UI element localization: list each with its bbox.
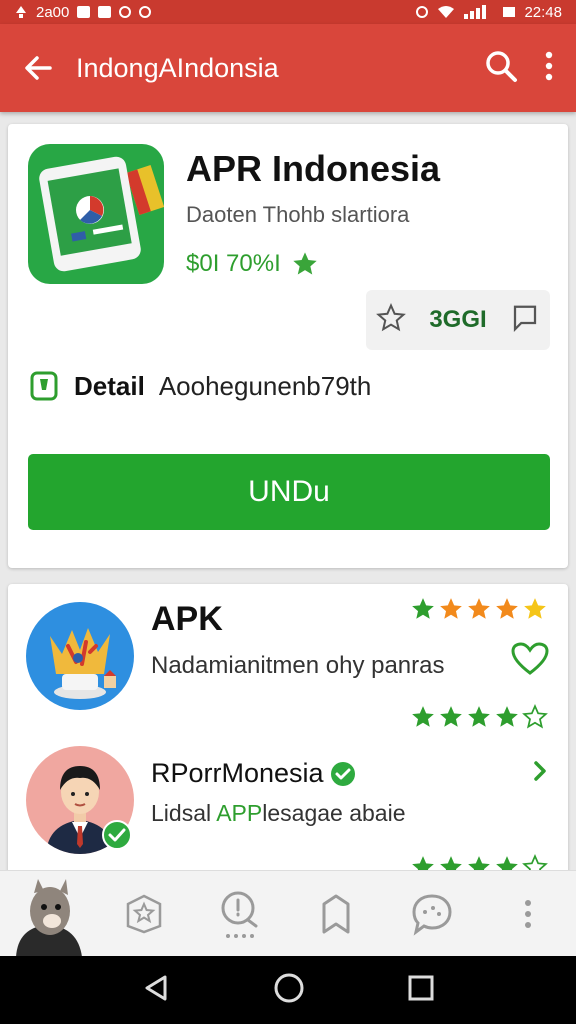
triangle-back-icon bbox=[145, 975, 167, 1000]
nav-search[interactable] bbox=[192, 871, 288, 957]
rate-button[interactable] bbox=[376, 302, 406, 338]
open-item-button[interactable] bbox=[532, 760, 548, 787]
search-icon bbox=[486, 50, 517, 82]
bookmark-icon bbox=[322, 894, 350, 933]
crown-trophy-icon bbox=[50, 628, 116, 699]
back-arrow-icon bbox=[25, 56, 52, 80]
search-chat-icon bbox=[221, 891, 258, 938]
app-detail-card: APR Indonesia Daoten Thohb slartiora $0I… bbox=[8, 124, 568, 568]
subtitle-suffix: lesagae abaie bbox=[262, 800, 406, 826]
heart-icon bbox=[511, 642, 549, 675]
star-outline-icon bbox=[522, 704, 548, 729]
bottom-nav bbox=[0, 870, 576, 957]
star-icon bbox=[440, 598, 462, 619]
item-rating-bottom bbox=[410, 704, 548, 730]
message-icon bbox=[412, 893, 452, 936]
nav-messages[interactable] bbox=[384, 871, 480, 957]
app-logo-graphic bbox=[39, 156, 164, 272]
alert-icon bbox=[139, 6, 152, 18]
rating-box: 3GGI bbox=[366, 290, 550, 350]
system-back-button[interactable] bbox=[141, 973, 171, 1008]
detail-label: Detail bbox=[74, 370, 145, 401]
circle-home-icon bbox=[274, 973, 304, 1002]
app-bar: IndongAIndonsia bbox=[0, 24, 576, 112]
status-bar: 2a00 22:48 bbox=[0, 0, 576, 24]
app-name: APR Indonesia bbox=[186, 148, 441, 189]
system-recents-button[interactable] bbox=[407, 974, 435, 1007]
app-icon bbox=[28, 144, 164, 284]
status-time: 22:48 bbox=[524, 3, 562, 21]
item-title: RPorrMonesia bbox=[151, 758, 324, 788]
shield-icon bbox=[30, 371, 58, 401]
detail-row[interactable]: Detail Aoohegunenb79th bbox=[28, 370, 371, 402]
verified-check-icon bbox=[330, 761, 355, 786]
item-subtitle: Lidsal APPlesagae abaie bbox=[151, 800, 405, 827]
overflow-menu-button[interactable] bbox=[544, 51, 554, 86]
nav-profile[interactable] bbox=[0, 871, 96, 957]
star-icon bbox=[496, 706, 518, 727]
more-vert-icon bbox=[525, 899, 531, 928]
star-icon bbox=[412, 706, 434, 727]
star-badge-icon bbox=[126, 894, 162, 933]
item-subtitle: Nadamianitmen ohy panras bbox=[151, 652, 445, 679]
install-button[interactable]: UNDu bbox=[28, 454, 550, 530]
subtitle-prefix: Lidsal bbox=[151, 800, 217, 826]
app-notification-icon bbox=[98, 6, 112, 18]
star-icon bbox=[468, 706, 490, 727]
sync-icon bbox=[119, 6, 132, 18]
notification-icon bbox=[16, 6, 26, 18]
star-icon bbox=[468, 598, 490, 619]
system-home-button[interactable] bbox=[273, 972, 305, 1009]
square-recents-icon bbox=[408, 975, 434, 1000]
system-nav-bar bbox=[0, 956, 576, 1024]
battery-icon bbox=[503, 7, 516, 17]
status-left-text: 2a00 bbox=[36, 3, 70, 21]
favorite-button[interactable] bbox=[510, 642, 550, 681]
item-rating-top bbox=[410, 596, 548, 622]
nav-bookmarks[interactable] bbox=[288, 871, 384, 957]
star-icon bbox=[524, 598, 546, 619]
item-title: APK bbox=[151, 600, 223, 638]
developer-name[interactable]: Daoten Thohb slartiora bbox=[186, 202, 409, 228]
price-row: $0I 70%I bbox=[186, 250, 319, 278]
more-vert-icon bbox=[545, 51, 553, 80]
back-button[interactable] bbox=[0, 53, 76, 83]
star-icon bbox=[412, 598, 434, 619]
subtitle-accent: APP bbox=[216, 800, 263, 826]
verified-badge-icon bbox=[102, 820, 132, 850]
comment-icon bbox=[513, 305, 537, 332]
app-list-card: APK Nadamianitmen ohy panras RPorrMonesi… bbox=[8, 584, 568, 884]
status-right: 22:48 bbox=[416, 4, 562, 21]
profile-avatar bbox=[16, 878, 82, 957]
app-notification-icon bbox=[77, 6, 91, 18]
star-icon bbox=[496, 598, 518, 619]
star-outline-icon bbox=[376, 302, 406, 331]
app-bar-title: IndongAIndonsia bbox=[76, 52, 279, 83]
chevron-right-icon bbox=[534, 761, 546, 781]
detail-value: Aoohegunenb79th bbox=[158, 370, 372, 401]
app-price: $0I 70%I bbox=[186, 250, 281, 277]
alarm-icon bbox=[416, 6, 429, 18]
item-avatar bbox=[26, 602, 134, 710]
comment-button[interactable] bbox=[510, 303, 540, 338]
nav-more[interactable] bbox=[480, 871, 576, 957]
search-button[interactable] bbox=[484, 49, 518, 88]
signal-icon bbox=[464, 5, 487, 19]
star-icon bbox=[293, 252, 317, 275]
rating-count: 3GGI bbox=[429, 306, 487, 333]
item-title-row: RPorrMonesia bbox=[151, 758, 356, 789]
wifi-icon bbox=[438, 6, 455, 18]
star-icon bbox=[440, 706, 462, 727]
status-left: 2a00 bbox=[14, 3, 152, 21]
nav-featured[interactable] bbox=[96, 871, 192, 957]
